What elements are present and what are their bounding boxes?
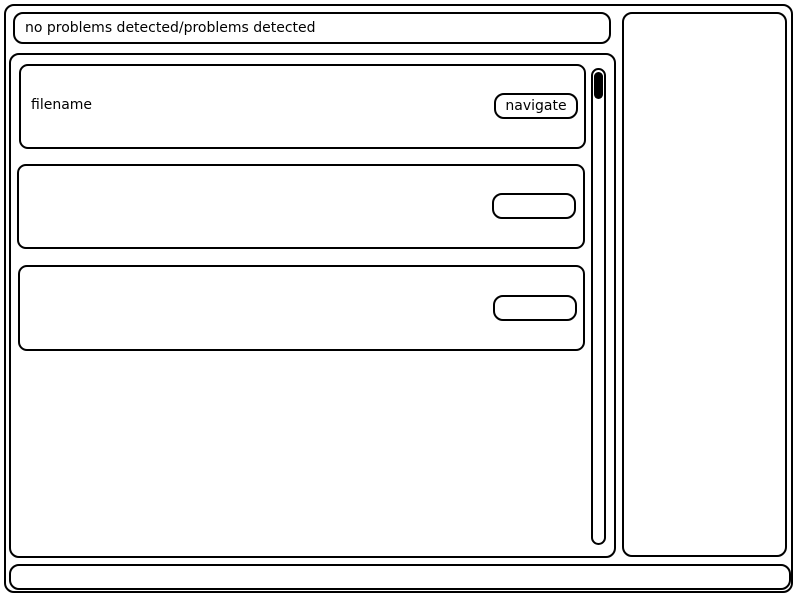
status-bar: no problems detected/problems detected (13, 12, 611, 44)
status-text: no problems detected/problems detected (25, 20, 316, 36)
scrollbar-thumb[interactable] (594, 72, 603, 99)
result-card (17, 164, 585, 249)
navigate-button[interactable]: navigate (494, 93, 578, 119)
navigate-button[interactable] (493, 295, 577, 321)
result-card (18, 265, 585, 351)
result-card: filename navigate (19, 64, 586, 149)
bottom-bar (9, 564, 791, 590)
result-filename: filename (31, 97, 93, 113)
navigate-button[interactable] (492, 193, 576, 219)
side-panel (622, 12, 787, 557)
results-scrollbar[interactable] (591, 68, 606, 545)
